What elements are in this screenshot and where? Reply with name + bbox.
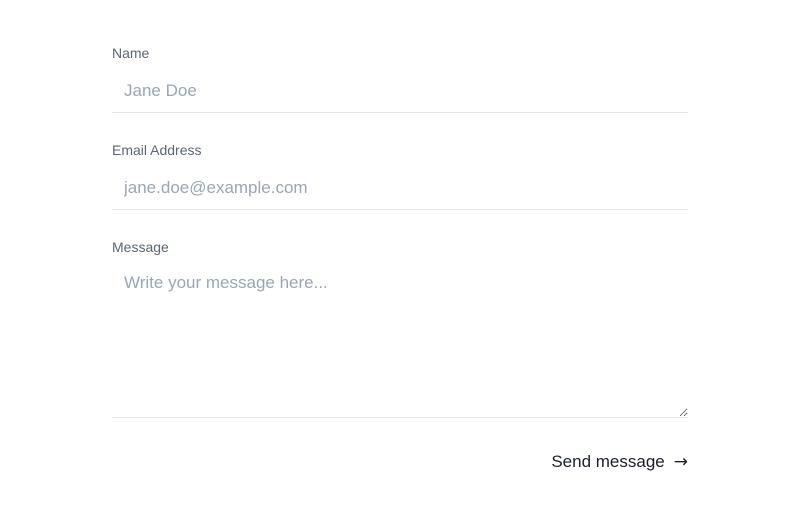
send-message-button[interactable]: Send message → bbox=[551, 450, 688, 474]
email-input[interactable] bbox=[112, 167, 688, 210]
name-label: Name bbox=[112, 45, 150, 61]
message-textarea[interactable] bbox=[112, 264, 688, 418]
email-label: Email Address bbox=[112, 142, 202, 158]
send-message-label: Send message bbox=[551, 452, 665, 471]
name-input[interactable] bbox=[112, 70, 688, 113]
arrow-right-icon: → bbox=[673, 452, 688, 472]
message-label: Message bbox=[112, 239, 169, 255]
